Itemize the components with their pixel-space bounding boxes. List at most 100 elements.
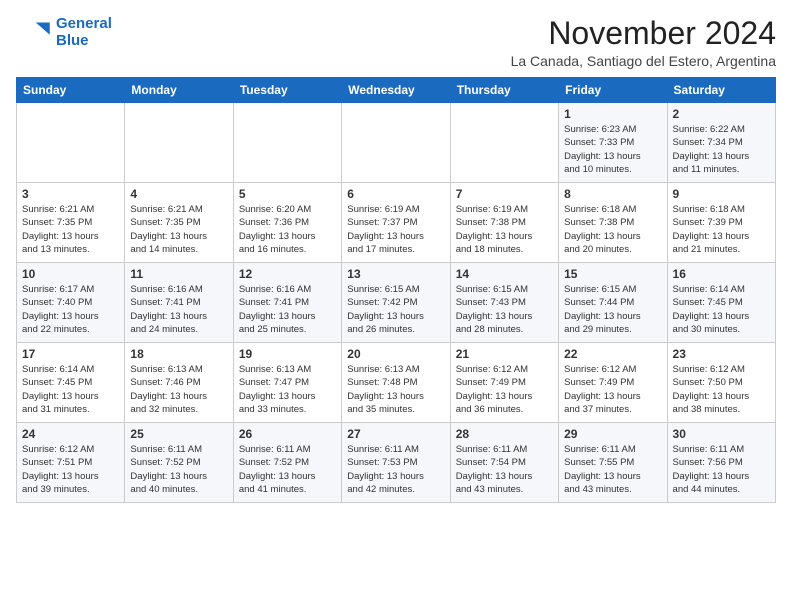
day-cell: 23 Sunrise: 6:12 AM Sunset: 7:50 PM Dayli… <box>667 343 775 423</box>
day-number: 30 <box>673 427 770 441</box>
day-cell: 28 Sunrise: 6:11 AM Sunset: 7:54 PM Dayli… <box>450 423 558 503</box>
title-block: November 2024 La Canada, Santiago del Es… <box>511 16 776 69</box>
day-info: Sunrise: 6:11 AM Sunset: 7:53 PM Dayligh… <box>347 443 444 496</box>
day-cell: 30 Sunrise: 6:11 AM Sunset: 7:56 PM Dayli… <box>667 423 775 503</box>
day-cell <box>125 103 233 183</box>
day-cell: 3 Sunrise: 6:21 AM Sunset: 7:35 PM Daylig… <box>17 183 125 263</box>
day-info: Sunrise: 6:21 AM Sunset: 7:35 PM Dayligh… <box>22 203 119 256</box>
weekday-wednesday: Wednesday <box>342 78 450 103</box>
day-info: Sunrise: 6:12 AM Sunset: 7:50 PM Dayligh… <box>673 363 770 416</box>
weekday-thursday: Thursday <box>450 78 558 103</box>
day-number: 28 <box>456 427 553 441</box>
day-number: 2 <box>673 107 770 121</box>
day-number: 13 <box>347 267 444 281</box>
weekday-monday: Monday <box>125 78 233 103</box>
week-row-4: 17 Sunrise: 6:14 AM Sunset: 7:45 PM Dayli… <box>17 343 776 423</box>
day-info: Sunrise: 6:21 AM Sunset: 7:35 PM Dayligh… <box>130 203 227 256</box>
day-cell <box>233 103 341 183</box>
day-info: Sunrise: 6:15 AM Sunset: 7:44 PM Dayligh… <box>564 283 661 336</box>
day-cell: 10 Sunrise: 6:17 AM Sunset: 7:40 PM Dayli… <box>17 263 125 343</box>
day-cell: 22 Sunrise: 6:12 AM Sunset: 7:49 PM Dayli… <box>559 343 667 423</box>
day-info: Sunrise: 6:22 AM Sunset: 7:34 PM Dayligh… <box>673 123 770 176</box>
day-number: 8 <box>564 187 661 201</box>
day-number: 17 <box>22 347 119 361</box>
day-info: Sunrise: 6:11 AM Sunset: 7:54 PM Dayligh… <box>456 443 553 496</box>
day-number: 29 <box>564 427 661 441</box>
day-info: Sunrise: 6:14 AM Sunset: 7:45 PM Dayligh… <box>22 363 119 416</box>
calendar: SundayMondayTuesdayWednesdayThursdayFrid… <box>16 77 776 503</box>
weekday-saturday: Saturday <box>667 78 775 103</box>
day-cell <box>450 103 558 183</box>
day-cell: 1 Sunrise: 6:23 AM Sunset: 7:33 PM Daylig… <box>559 103 667 183</box>
day-number: 6 <box>347 187 444 201</box>
weekday-header-row: SundayMondayTuesdayWednesdayThursdayFrid… <box>17 78 776 103</box>
day-cell: 24Sunrise: 6:12 AM Sunset: 7:51 PM Dayli… <box>17 423 125 503</box>
day-cell: 2 Sunrise: 6:22 AM Sunset: 7:34 PM Daylig… <box>667 103 775 183</box>
day-number: 20 <box>347 347 444 361</box>
week-row-3: 10 Sunrise: 6:17 AM Sunset: 7:40 PM Dayli… <box>17 263 776 343</box>
day-number: 3 <box>22 187 119 201</box>
day-info: Sunrise: 6:18 AM Sunset: 7:39 PM Dayligh… <box>673 203 770 256</box>
day-cell: 8Sunrise: 6:18 AM Sunset: 7:38 PM Daylig… <box>559 183 667 263</box>
day-cell: 9 Sunrise: 6:18 AM Sunset: 7:39 PM Daylig… <box>667 183 775 263</box>
day-number: 1 <box>564 107 661 121</box>
day-number: 26 <box>239 427 336 441</box>
logo-line1: General <box>56 15 112 32</box>
month-title: November 2024 <box>511 16 776 51</box>
day-number: 10 <box>22 267 119 281</box>
day-number: 7 <box>456 187 553 201</box>
day-cell: 7 Sunrise: 6:19 AM Sunset: 7:38 PM Daylig… <box>450 183 558 263</box>
page-header: General Blue November 2024 La Canada, Sa… <box>16 16 776 69</box>
day-cell: 29 Sunrise: 6:11 AM Sunset: 7:55 PM Dayli… <box>559 423 667 503</box>
day-cell: 12Sunrise: 6:16 AM Sunset: 7:41 PM Dayli… <box>233 263 341 343</box>
day-number: 24 <box>22 427 119 441</box>
day-info: Sunrise: 6:11 AM Sunset: 7:52 PM Dayligh… <box>130 443 227 496</box>
day-cell: 27 Sunrise: 6:11 AM Sunset: 7:53 PM Dayli… <box>342 423 450 503</box>
day-number: 27 <box>347 427 444 441</box>
day-number: 21 <box>456 347 553 361</box>
day-cell: 17 Sunrise: 6:14 AM Sunset: 7:45 PM Dayli… <box>17 343 125 423</box>
day-info: Sunrise: 6:20 AM Sunset: 7:36 PM Dayligh… <box>239 203 336 256</box>
day-cell: 6 Sunrise: 6:19 AM Sunset: 7:37 PM Daylig… <box>342 183 450 263</box>
day-cell: 26 Sunrise: 6:11 AM Sunset: 7:52 PM Dayli… <box>233 423 341 503</box>
logo-text: General Blue <box>56 16 112 49</box>
day-info: Sunrise: 6:11 AM Sunset: 7:52 PM Dayligh… <box>239 443 336 496</box>
day-number: 18 <box>130 347 227 361</box>
week-row-2: 3 Sunrise: 6:21 AM Sunset: 7:35 PM Daylig… <box>17 183 776 263</box>
day-info: Sunrise: 6:12 AM Sunset: 7:49 PM Dayligh… <box>564 363 661 416</box>
day-info: Sunrise: 6:12 AM Sunset: 7:49 PM Dayligh… <box>456 363 553 416</box>
day-cell: 20Sunrise: 6:13 AM Sunset: 7:48 PM Dayli… <box>342 343 450 423</box>
week-row-5: 24Sunrise: 6:12 AM Sunset: 7:51 PM Dayli… <box>17 423 776 503</box>
day-number: 16 <box>673 267 770 281</box>
day-number: 22 <box>564 347 661 361</box>
logo-icon <box>16 19 52 47</box>
day-number: 11 <box>130 267 227 281</box>
day-info: Sunrise: 6:11 AM Sunset: 7:56 PM Dayligh… <box>673 443 770 496</box>
day-info: Sunrise: 6:13 AM Sunset: 7:46 PM Dayligh… <box>130 363 227 416</box>
day-info: Sunrise: 6:17 AM Sunset: 7:40 PM Dayligh… <box>22 283 119 336</box>
location: La Canada, Santiago del Estero, Argentin… <box>511 53 776 69</box>
day-number: 9 <box>673 187 770 201</box>
day-number: 23 <box>673 347 770 361</box>
day-info: Sunrise: 6:19 AM Sunset: 7:37 PM Dayligh… <box>347 203 444 256</box>
day-cell: 4 Sunrise: 6:21 AM Sunset: 7:35 PM Daylig… <box>125 183 233 263</box>
day-cell: 25 Sunrise: 6:11 AM Sunset: 7:52 PM Dayli… <box>125 423 233 503</box>
day-info: Sunrise: 6:16 AM Sunset: 7:41 PM Dayligh… <box>239 283 336 336</box>
day-number: 25 <box>130 427 227 441</box>
day-cell: 21 Sunrise: 6:12 AM Sunset: 7:49 PM Dayli… <box>450 343 558 423</box>
logo-line2: Blue <box>56 33 112 50</box>
day-cell: 11 Sunrise: 6:16 AM Sunset: 7:41 PM Dayli… <box>125 263 233 343</box>
day-info: Sunrise: 6:23 AM Sunset: 7:33 PM Dayligh… <box>564 123 661 176</box>
day-cell: 16Sunrise: 6:14 AM Sunset: 7:45 PM Dayli… <box>667 263 775 343</box>
day-info: Sunrise: 6:19 AM Sunset: 7:38 PM Dayligh… <box>456 203 553 256</box>
day-cell: 19Sunrise: 6:13 AM Sunset: 7:47 PM Dayli… <box>233 343 341 423</box>
day-number: 4 <box>130 187 227 201</box>
day-cell: 13Sunrise: 6:15 AM Sunset: 7:42 PM Dayli… <box>342 263 450 343</box>
logo: General Blue <box>16 16 112 49</box>
day-cell <box>342 103 450 183</box>
day-info: Sunrise: 6:16 AM Sunset: 7:41 PM Dayligh… <box>130 283 227 336</box>
day-cell: 15Sunrise: 6:15 AM Sunset: 7:44 PM Dayli… <box>559 263 667 343</box>
day-info: Sunrise: 6:11 AM Sunset: 7:55 PM Dayligh… <box>564 443 661 496</box>
day-number: 19 <box>239 347 336 361</box>
week-row-1: 1 Sunrise: 6:23 AM Sunset: 7:33 PM Daylig… <box>17 103 776 183</box>
